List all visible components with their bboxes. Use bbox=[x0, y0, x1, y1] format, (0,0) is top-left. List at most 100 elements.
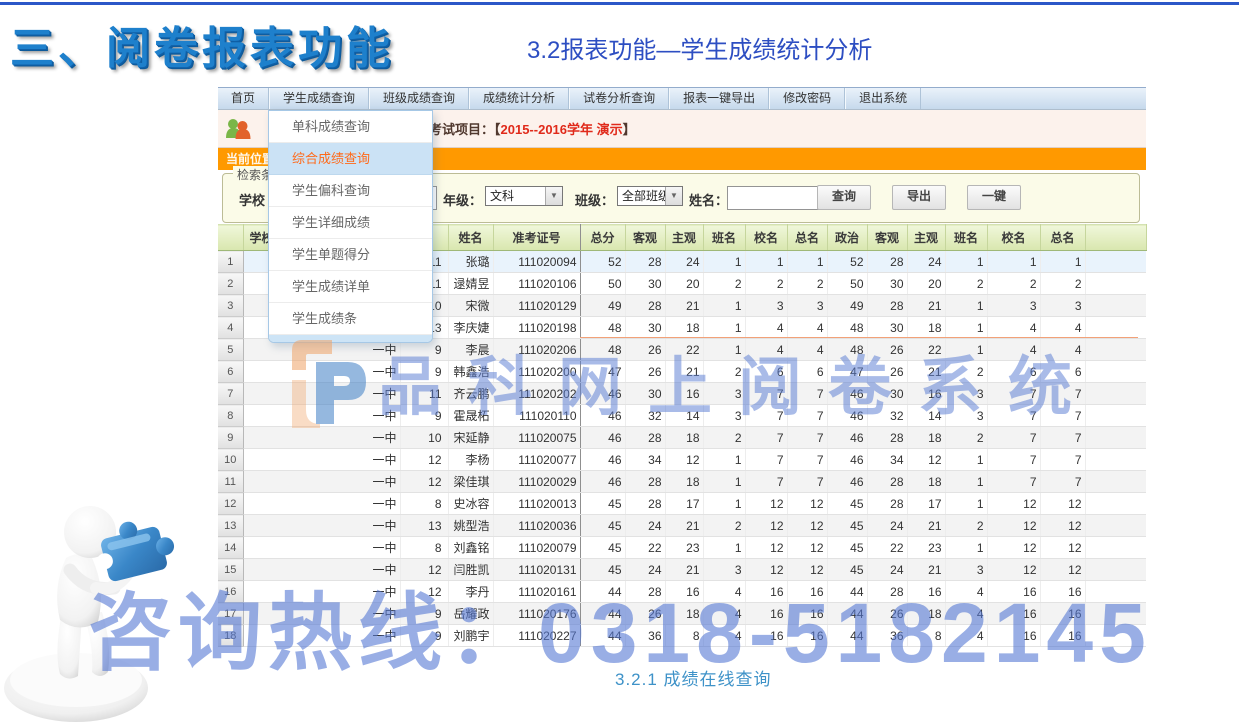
class-select[interactable]: 全部班级 ▼ bbox=[617, 186, 683, 206]
ticket-cell: 111020094 bbox=[493, 251, 580, 273]
rank-cell: 7 bbox=[987, 383, 1040, 405]
rank-cell: 7 bbox=[1040, 383, 1085, 405]
search-action-button[interactable]: 导出 bbox=[892, 185, 946, 210]
filler-cell bbox=[1085, 339, 1146, 361]
rank-cell: 7 bbox=[1040, 405, 1085, 427]
score-cell: 45 bbox=[580, 493, 625, 515]
name-input[interactable] bbox=[727, 186, 819, 210]
figure-caption: 3.2.1 成绩在线查询 bbox=[615, 665, 772, 690]
rank-cell: 7 bbox=[787, 383, 827, 405]
filler-cell bbox=[1085, 361, 1146, 383]
menu-item[interactable]: 试卷分析查询 bbox=[569, 88, 669, 109]
table-row[interactable]: 18一中9刘鹏宇11102022744368416164436841616 bbox=[218, 625, 1146, 647]
rank-cell: 1 bbox=[745, 251, 787, 273]
search-action-button[interactable]: 一键 bbox=[967, 185, 1021, 210]
row-number: 14 bbox=[218, 537, 243, 559]
rank-cell: 7 bbox=[787, 405, 827, 427]
table-row[interactable]: 11一中12梁佳琪111020029462818177462818177 bbox=[218, 471, 1146, 493]
score-cell: 46 bbox=[827, 405, 867, 427]
rank-cell: 1 bbox=[703, 339, 745, 361]
name-cell: 刘鹏宇 bbox=[448, 625, 493, 647]
dropdown-item[interactable]: 学生偏科查询 bbox=[269, 175, 432, 207]
row-number: 10 bbox=[218, 449, 243, 471]
table-row[interactable]: 9一中10宋延静111020075462818277462818277 bbox=[218, 427, 1146, 449]
name-cell: 姚型浩 bbox=[448, 515, 493, 537]
score-cell: 26 bbox=[625, 339, 665, 361]
rank-cell: 1 bbox=[1040, 251, 1085, 273]
grade-select[interactable]: 文科 ▼ bbox=[485, 186, 563, 206]
dropdown-item[interactable]: 学生详细成绩 bbox=[269, 207, 432, 239]
score-cell: 36 bbox=[625, 625, 665, 647]
table-row[interactable]: 14一中8刘鑫铭1110200794522231121245222311212 bbox=[218, 537, 1146, 559]
filler-cell bbox=[1085, 317, 1146, 339]
dropdown-item[interactable]: 单科成绩查询 bbox=[269, 111, 432, 143]
rank-cell: 2 bbox=[787, 273, 827, 295]
grade-select-value: 文科 bbox=[486, 187, 545, 205]
table-row[interactable]: 8一中9霍晟柘111020110463214377463214377 bbox=[218, 405, 1146, 427]
score-cell: 45 bbox=[827, 537, 867, 559]
row-number: 18 bbox=[218, 625, 243, 647]
rank-cell: 1 bbox=[787, 251, 827, 273]
menu-item[interactable]: 学生成绩查询 bbox=[269, 88, 369, 109]
table-row[interactable]: 15一中12闫胜凯1110201314524213121245242131212 bbox=[218, 559, 1146, 581]
menu-item[interactable]: 首页 bbox=[218, 88, 269, 109]
table-row[interactable]: 7一中11齐云鹏111020202463016377463016377 bbox=[218, 383, 1146, 405]
rank-cell: 4 bbox=[945, 625, 987, 647]
rank-cell: 3 bbox=[787, 295, 827, 317]
name-cell: 史冰容 bbox=[448, 493, 493, 515]
school-cell: 一中 bbox=[243, 559, 400, 581]
score-cell: 44 bbox=[580, 625, 625, 647]
score-cell: 24 bbox=[625, 559, 665, 581]
score-cell: 16 bbox=[907, 581, 945, 603]
score-cell: 30 bbox=[867, 383, 907, 405]
table-row[interactable]: 17一中9岳耀政1110201764426184161644261841616 bbox=[218, 603, 1146, 625]
rank-cell: 4 bbox=[945, 581, 987, 603]
table-row[interactable]: 6一中9韩鑫浩111020200472621266472621266 bbox=[218, 361, 1146, 383]
dropdown-item[interactable]: 学生单题得分 bbox=[269, 239, 432, 271]
score-cell: 22 bbox=[665, 339, 703, 361]
rank-cell: 6 bbox=[787, 361, 827, 383]
rank-cell: 2 bbox=[945, 427, 987, 449]
score-cell: 20 bbox=[665, 273, 703, 295]
score-cell: 8 bbox=[907, 625, 945, 647]
search-action-button[interactable]: 查询 bbox=[817, 185, 871, 210]
ticket-cell: 111020131 bbox=[493, 559, 580, 581]
score-cell: 28 bbox=[625, 295, 665, 317]
score-cell: 21 bbox=[907, 295, 945, 317]
score-cell: 45 bbox=[580, 515, 625, 537]
school-cell: 一中 bbox=[243, 405, 400, 427]
name-cell: 韩鑫浩 bbox=[448, 361, 493, 383]
score-cell: 44 bbox=[827, 625, 867, 647]
table-row[interactable]: 16一中12李丹1110201614428164161644281641616 bbox=[218, 581, 1146, 603]
menu-item[interactable]: 修改密码 bbox=[769, 88, 845, 109]
score-cell: 18 bbox=[907, 471, 945, 493]
name-cell: 闫胜凯 bbox=[448, 559, 493, 581]
rank-cell: 12 bbox=[1040, 493, 1085, 515]
menu-item[interactable]: 退出系统 bbox=[845, 88, 921, 109]
score-cell: 12 bbox=[665, 449, 703, 471]
table-row[interactable]: 10一中12李杨111020077463412177463412177 bbox=[218, 449, 1146, 471]
rank-cell: 3 bbox=[703, 383, 745, 405]
menu-item[interactable]: 班级成绩查询 bbox=[369, 88, 469, 109]
filler-cell bbox=[1085, 603, 1146, 625]
student-score-dropdown: 单科成绩查询综合成绩查询学生偏科查询学生详细成绩学生单题得分学生成绩详单学生成绩… bbox=[268, 110, 433, 343]
score-cell: 21 bbox=[665, 515, 703, 537]
filler-cell bbox=[1085, 383, 1146, 405]
filler-cell bbox=[1085, 295, 1146, 317]
chevron-down-icon: ▼ bbox=[545, 187, 562, 205]
menu-item[interactable]: 报表一键导出 bbox=[669, 88, 769, 109]
menu-item[interactable]: 成绩统计分析 bbox=[469, 88, 569, 109]
rank-cell: 3 bbox=[945, 559, 987, 581]
rank-cell: 1 bbox=[703, 317, 745, 339]
rank-cell: 7 bbox=[987, 427, 1040, 449]
table-row[interactable]: 12一中8史冰容1110200134528171121245281711212 bbox=[218, 493, 1146, 515]
dropdown-item[interactable]: 学生成绩详单 bbox=[269, 271, 432, 303]
app-screenshot: 首页学生成绩查询班级成绩查询成绩统计分析试卷分析查询报表一键导出修改密码退出系统… bbox=[218, 87, 1146, 645]
dropdown-item[interactable]: 学生成绩条 bbox=[269, 303, 432, 335]
dropdown-item[interactable]: 综合成绩查询 bbox=[269, 143, 432, 175]
class-cell: 10 bbox=[400, 427, 448, 449]
table-row[interactable]: 13一中13姚型浩1110200364524212121245242121212 bbox=[218, 515, 1146, 537]
score-cell: 45 bbox=[580, 537, 625, 559]
rank-cell: 16 bbox=[987, 581, 1040, 603]
rank-cell: 4 bbox=[1040, 339, 1085, 361]
